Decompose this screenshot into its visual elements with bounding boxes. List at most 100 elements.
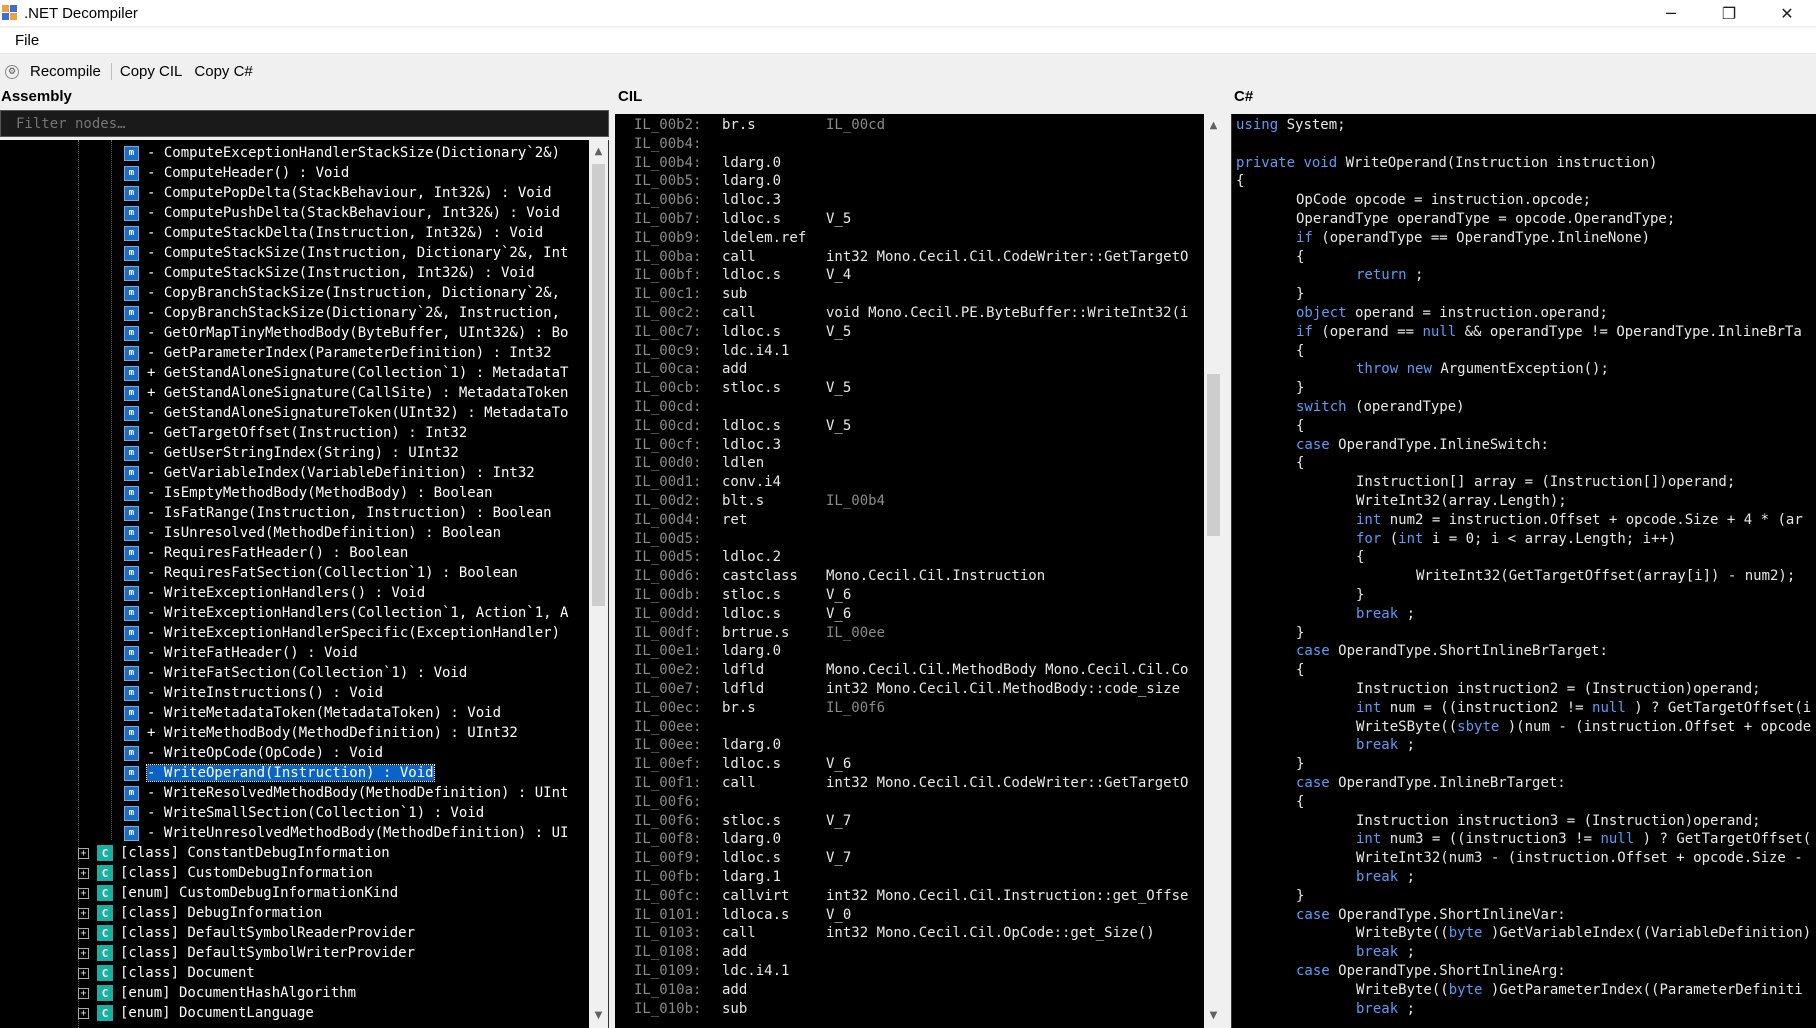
cs-line[interactable]: case OperandType.ShortInlineBrTarget: xyxy=(1296,643,1608,662)
tree-method-node[interactable]: m - WriteSmallSection(Collection`1) : Voi… xyxy=(124,803,484,823)
tree-method-node[interactable]: m + GetStandAloneSignature(CallSite) : Me… xyxy=(124,383,568,403)
cs-line[interactable]: throw new ArgumentException(); xyxy=(1356,361,1609,380)
expand-plus-icon[interactable]: + xyxy=(78,967,89,979)
cil-line[interactable]: IL_00e1: ldarg.0 xyxy=(634,643,826,662)
tree-method-node[interactable]: m - WriteExceptionHandlers(Collection`1, … xyxy=(124,603,568,623)
tree-method-node[interactable]: m - WriteOperand(Instruction) : Void xyxy=(124,763,435,783)
tree-method-node[interactable]: m - ComputePopDelta(StackBehaviour, Int32… xyxy=(124,183,552,203)
cs-line[interactable]: switch (operandType) xyxy=(1296,399,1465,418)
close-button[interactable]: ✕ xyxy=(1758,0,1816,26)
tree-method-node[interactable]: m - ComputeStackSize(Instruction, Diction… xyxy=(124,243,568,263)
cil-line[interactable]: IL_00b7: ldloc.s V_5 xyxy=(634,211,851,230)
cil-line[interactable]: IL_00c9: ldc.i4.1 xyxy=(634,343,826,362)
tree-method-node[interactable]: m - ComputeExceptionHandlerStackSize(Dict… xyxy=(124,143,560,163)
cs-line[interactable]: WriteSByte((sbyte )(num - (instruction.O… xyxy=(1356,719,1811,738)
tree-method-node[interactable]: m - IsEmptyMethodBody(MethodBody) : Boole… xyxy=(124,483,493,503)
cil-line[interactable]: IL_010b: sub xyxy=(634,1001,826,1020)
maximize-button[interactable]: ❐ xyxy=(1700,0,1758,26)
cil-line[interactable]: IL_010a: add xyxy=(634,982,826,1001)
cil-line[interactable]: IL_00df: brtrue.s IL_00ee xyxy=(634,625,885,644)
cs-line[interactable]: { xyxy=(1296,794,1304,813)
cs-line[interactable]: WriteInt32(GetTargetOffset(array[i]) - n… xyxy=(1416,568,1795,587)
tree-method-node[interactable]: m - GetUserStringIndex(String) : UInt32 xyxy=(124,443,459,463)
tree-method-node[interactable]: m - WriteMetadataToken(MetadataToken) : V… xyxy=(124,703,501,723)
tree-method-node[interactable]: m - WriteFatHeader() : Void xyxy=(124,643,358,663)
expand-plus-icon[interactable]: + xyxy=(78,927,89,939)
cil-line[interactable]: IL_00d1: conv.i4 xyxy=(634,474,826,493)
cs-line[interactable]: case OperandType.InlineSwitch: xyxy=(1296,437,1549,456)
cs-line[interactable]: Instruction[] array = (Instruction[])ope… xyxy=(1356,474,1735,493)
tree-type-node[interactable]: + C [class] DefaultSymbolReaderProvider xyxy=(78,923,415,943)
cil-view[interactable]: IL_00b2: br.s IL_00cd IL_00b4: IL_00b4: ldarg… xyxy=(615,114,1223,1028)
cs-line[interactable]: int num2 = instruction.Offset + opcode.S… xyxy=(1356,512,1803,531)
cs-line[interactable]: int num = ((instruction2 != null ) ? Get… xyxy=(1356,700,1811,719)
menu-file[interactable]: File xyxy=(0,32,50,49)
tree-method-node[interactable]: m - GetStandAloneSignatureToken(UInt32) :… xyxy=(124,403,568,423)
expand-plus-icon[interactable]: + xyxy=(78,847,89,859)
expand-plus-icon[interactable]: + xyxy=(78,947,89,959)
cs-line[interactable]: case OperandType.ShortInlineArg: xyxy=(1296,963,1566,982)
assembly-tree[interactable]: m - ComputeExceptionHandlerStackSize(Dict… xyxy=(0,140,609,1028)
tree-method-node[interactable]: m - ComputeHeader() : Void xyxy=(124,163,349,183)
cs-line[interactable]: { xyxy=(1296,418,1304,437)
cil-line[interactable]: IL_00dd: ldloc.s V_6 xyxy=(634,606,851,625)
cs-line[interactable]: } xyxy=(1296,380,1304,399)
tree-method-node[interactable]: m - CopyBranchStackSize(Instruction, Dict… xyxy=(124,283,560,303)
cs-line[interactable]: WriteInt32(num3 - (instruction.Offset + … xyxy=(1356,850,1803,869)
scroll-down-icon[interactable]: ▼ xyxy=(589,1006,608,1025)
tree-method-node[interactable]: m - RequiresFatSection(Collection`1) : Bo… xyxy=(124,563,518,583)
cs-line[interactable]: break ; xyxy=(1356,737,1415,756)
expand-plus-icon[interactable]: + xyxy=(78,867,89,879)
tree-method-node[interactable]: m - WriteResolvedMethodBody(MethodDefinit… xyxy=(124,783,568,803)
tree-method-node[interactable]: m - WriteExceptionHandlers() : Void xyxy=(124,583,425,603)
cil-line[interactable]: IL_00b4: xyxy=(634,136,826,155)
cs-line[interactable]: if (operand == null && operandType != Op… xyxy=(1296,324,1802,343)
cil-line[interactable]: IL_00ee: ldarg.0 xyxy=(634,737,826,756)
cil-line[interactable]: IL_00b5: ldarg.0 xyxy=(634,173,826,192)
tree-type-node[interactable]: + C [enum] CustomDebugInformationKind xyxy=(78,883,398,903)
cil-line[interactable]: IL_0101: ldloca.s V_0 xyxy=(634,907,851,926)
expand-plus-icon[interactable]: + xyxy=(78,1007,89,1019)
cs-line[interactable]: Instruction instruction2 = (Instruction)… xyxy=(1356,681,1761,700)
tree-type-node[interactable]: + C [class] DebugInformation xyxy=(78,903,322,923)
cs-line[interactable]: { xyxy=(1356,549,1364,568)
copy-cil-button[interactable]: Copy CIL xyxy=(115,63,190,80)
cs-line[interactable]: { xyxy=(1296,662,1304,681)
expand-plus-icon[interactable]: + xyxy=(78,907,89,919)
tree-method-node[interactable]: m + GetStandAloneSignature(Collection`1) … xyxy=(124,363,568,383)
cs-line[interactable]: WriteByte((byte )GetVariableIndex((Varia… xyxy=(1356,925,1811,944)
tree-method-node[interactable]: m - GetTargetOffset(Instruction) : Int32 xyxy=(124,423,467,443)
cs-line[interactable]: using System; xyxy=(1236,117,1346,136)
cs-line[interactable]: break ; xyxy=(1356,869,1415,888)
tree-scrollbar[interactable]: ▲ ▼ xyxy=(589,140,608,1028)
cil-line[interactable]: IL_00e7: ldfld int32 Mono.Cecil.Cil.Method… xyxy=(634,681,1180,700)
tree-method-node[interactable]: m - WriteOpCode(OpCode) : Void xyxy=(124,743,383,763)
cil-line[interactable]: IL_00b2: br.s IL_00cd xyxy=(634,117,885,136)
cil-line[interactable]: IL_00ee: xyxy=(634,719,826,738)
cil-line[interactable]: IL_0108: add xyxy=(634,944,826,963)
cil-line[interactable]: IL_00cd: xyxy=(634,399,826,418)
cil-line[interactable]: IL_00ef: ldloc.s V_6 xyxy=(634,756,851,775)
cil-line[interactable]: IL_00f9: ldloc.s V_7 xyxy=(634,850,851,869)
cil-line[interactable]: IL_00d0: ldlen xyxy=(634,455,826,474)
cil-line[interactable]: IL_00cf: ldloc.3 xyxy=(634,437,826,456)
minimize-button[interactable]: ─ xyxy=(1642,0,1700,26)
cs-line[interactable]: for (int i = 0; i < array.Length; i++) xyxy=(1356,531,1676,550)
cs-line[interactable]: Instruction instruction3 = (Instruction)… xyxy=(1356,813,1761,832)
cil-line[interactable]: IL_00e2: ldfld Mono.Cecil.Cil.MethodBody M… xyxy=(634,662,1188,681)
cil-line[interactable]: IL_00c7: ldloc.s V_5 xyxy=(634,324,851,343)
tree-method-node[interactable]: m - ComputeStackSize(Instruction, Int32&)… xyxy=(124,263,535,283)
cil-line[interactable]: IL_0109: ldc.i4.1 xyxy=(634,963,826,982)
cil-scrollbar[interactable]: ▲ ▼ xyxy=(1204,114,1223,1028)
tree-method-node[interactable]: m - IsUnresolved(MethodDefinition) : Bool… xyxy=(124,523,501,543)
cil-line[interactable]: IL_00d2: blt.s IL_00b4 xyxy=(634,493,885,512)
cil-line[interactable]: IL_00f6: xyxy=(634,794,826,813)
tree-method-node[interactable]: m - WriteFatSection(Collection`1) : Void xyxy=(124,663,467,683)
cil-line[interactable]: IL_0103: call int32 Mono.Cecil.Cil.OpCode:… xyxy=(634,925,1155,944)
cil-line[interactable]: IL_00b6: ldloc.3 xyxy=(634,192,826,211)
recompile-button[interactable]: Recompile xyxy=(25,63,108,80)
cs-line[interactable]: case OperandType.ShortInlineVar: xyxy=(1296,907,1566,926)
cs-line[interactable]: OpCode opcode = instruction.opcode; xyxy=(1296,192,1591,211)
cs-line[interactable]: { xyxy=(1296,455,1304,474)
scroll-up-icon[interactable]: ▲ xyxy=(589,142,608,161)
